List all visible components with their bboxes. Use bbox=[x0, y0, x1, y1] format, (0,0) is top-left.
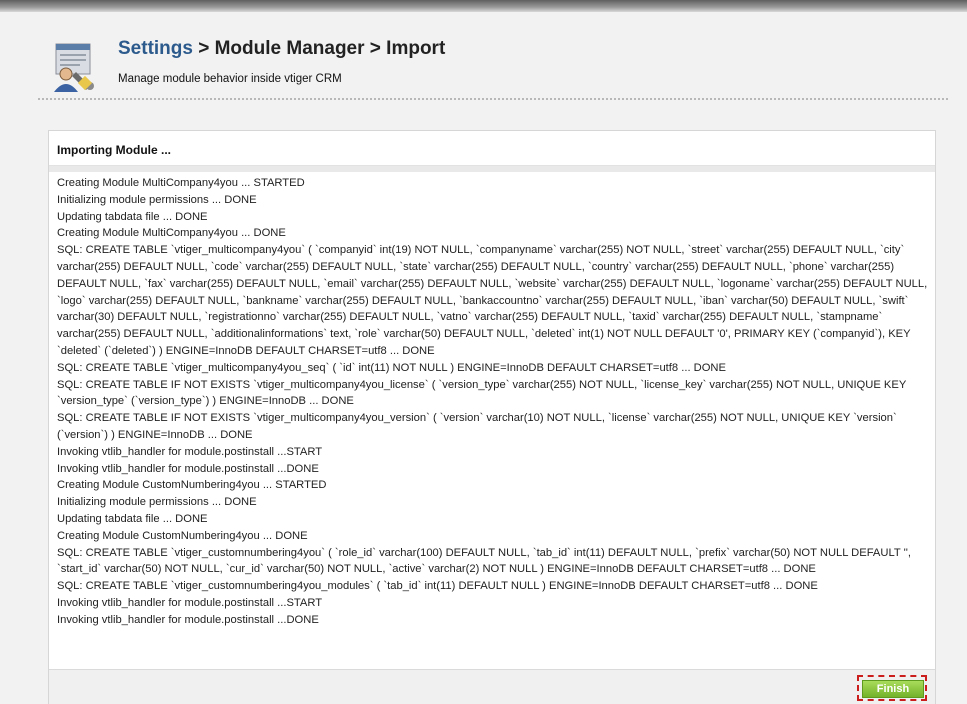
panel-separator bbox=[49, 166, 935, 172]
log-line: SQL: CREATE TABLE IF NOT EXISTS `vtiger_… bbox=[57, 412, 897, 441]
log-line: Updating tabdata file ... DONE bbox=[57, 512, 208, 525]
panel-title: Importing Module ... bbox=[57, 143, 171, 157]
breadcrumb-settings-link[interactable]: Settings bbox=[118, 38, 193, 59]
log-line: Creating Module CustomNumbering4you ... … bbox=[57, 529, 308, 542]
log-line: Invoking vtlib_handler for module.postin… bbox=[57, 613, 319, 626]
log-line: Initializing module permissions ... DONE bbox=[57, 193, 257, 206]
page-subtitle: Manage module behavior inside vtiger CRM bbox=[118, 73, 342, 85]
log-line: SQL: CREATE TABLE IF NOT EXISTS `vtiger_… bbox=[57, 378, 907, 408]
top-bar bbox=[0, 0, 967, 12]
log-line: SQL: CREATE TABLE `vtiger_customnumberin… bbox=[57, 546, 911, 576]
page-header: Settings > Module Manager > Import Manag… bbox=[38, 38, 948, 100]
log-line: Creating Module CustomNumbering4you ... … bbox=[57, 479, 327, 492]
breadcrumb: Settings > Module Manager > Import bbox=[118, 38, 445, 60]
breadcrumb-trail: > Module Manager > Import bbox=[192, 38, 446, 59]
log-line: Updating tabdata file ... DONE bbox=[57, 210, 208, 223]
log-line: Invoking vtlib_handler for module.postin… bbox=[57, 445, 323, 458]
log-line: SQL: CREATE TABLE `vtiger_multicompany4y… bbox=[57, 361, 726, 374]
page: Settings > Module Manager > Import Manag… bbox=[0, 12, 967, 704]
panel-footer: Finish bbox=[49, 669, 935, 704]
settings-user-icon bbox=[50, 42, 98, 94]
log-line: Invoking vtlib_handler for module.postin… bbox=[57, 462, 319, 475]
finish-highlight: Finish bbox=[857, 675, 927, 701]
log-line: Invoking vtlib_handler for module.postin… bbox=[57, 596, 323, 609]
header-divider bbox=[38, 98, 948, 100]
import-log: Creating Module MultiCompany4you ... STA… bbox=[57, 175, 929, 629]
log-line: Initializing module permissions ... DONE bbox=[57, 496, 257, 509]
log-line: Creating Module MultiCompany4you ... DON… bbox=[57, 227, 286, 240]
import-panel: Importing Module ... Creating Module Mul… bbox=[48, 130, 936, 704]
panel-header: Importing Module ... bbox=[49, 131, 935, 166]
finish-button[interactable]: Finish bbox=[862, 680, 924, 698]
log-line: Creating Module MultiCompany4you ... STA… bbox=[57, 177, 305, 189]
log-line: SQL: CREATE TABLE `vtiger_customnumberin… bbox=[57, 580, 818, 593]
log-line: SQL: CREATE TABLE `vtiger_multicompany4y… bbox=[57, 244, 928, 357]
